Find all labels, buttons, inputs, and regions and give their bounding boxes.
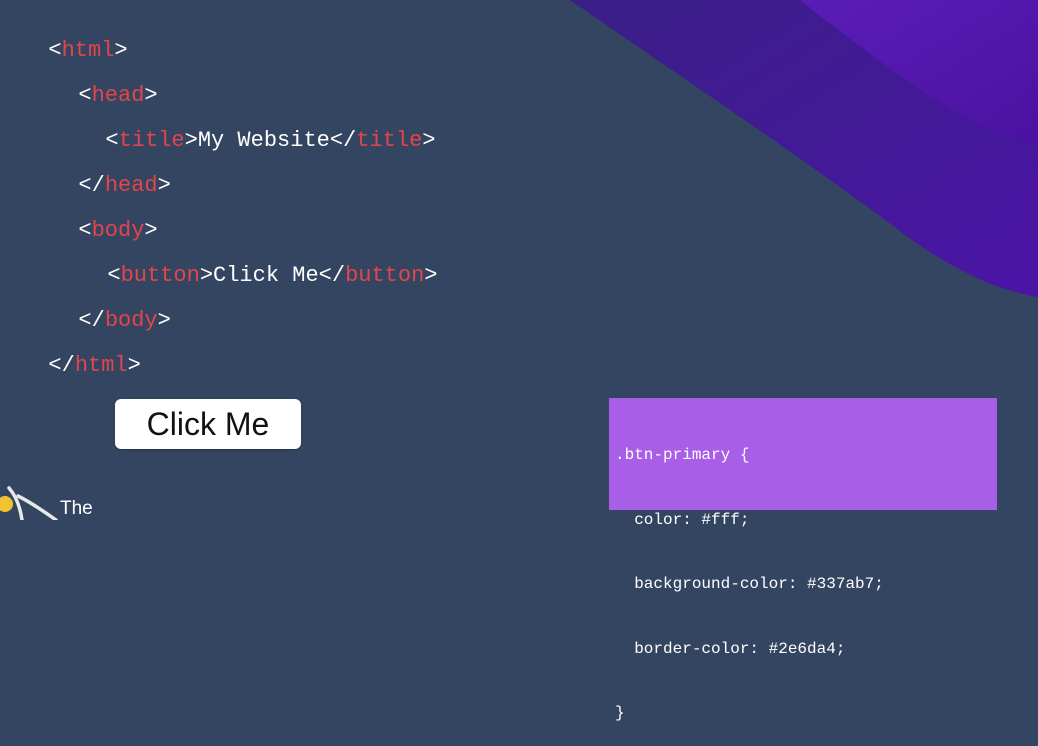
- logo-text: The: [60, 498, 93, 519]
- code-text: My Website: [197, 128, 330, 153]
- css-line: }: [615, 704, 625, 722]
- code-line-html-close: </html>: [22, 327, 141, 379]
- code-tag: title: [356, 128, 423, 153]
- code-bracket: >: [422, 128, 436, 153]
- css-line: border-color: #2e6da4;: [615, 639, 846, 658]
- css-line: color: #fff;: [615, 510, 750, 529]
- click-me-button[interactable]: Click Me: [115, 399, 301, 449]
- logo-icon: [0, 486, 58, 520]
- code-tag: button: [345, 263, 425, 288]
- code-bracket: </: [48, 353, 75, 378]
- code-bracket: >: [127, 353, 141, 378]
- code-text: Click Me: [213, 263, 319, 288]
- code-bracket: >: [157, 308, 171, 333]
- code-bracket: </: [318, 263, 346, 288]
- css-code-snippet: .btn-primary { color: #fff; background-c…: [609, 398, 997, 722]
- code-bracket: </: [329, 128, 357, 153]
- code-bracket: >: [184, 128, 198, 153]
- code-tag: html: [74, 353, 128, 378]
- css-line: .btn-primary {: [615, 446, 750, 464]
- css-line: background-color: #337ab7;: [615, 575, 884, 593]
- code-bracket: >: [424, 263, 438, 288]
- code-bracket: >: [199, 263, 214, 288]
- code-bracket: >: [157, 173, 171, 198]
